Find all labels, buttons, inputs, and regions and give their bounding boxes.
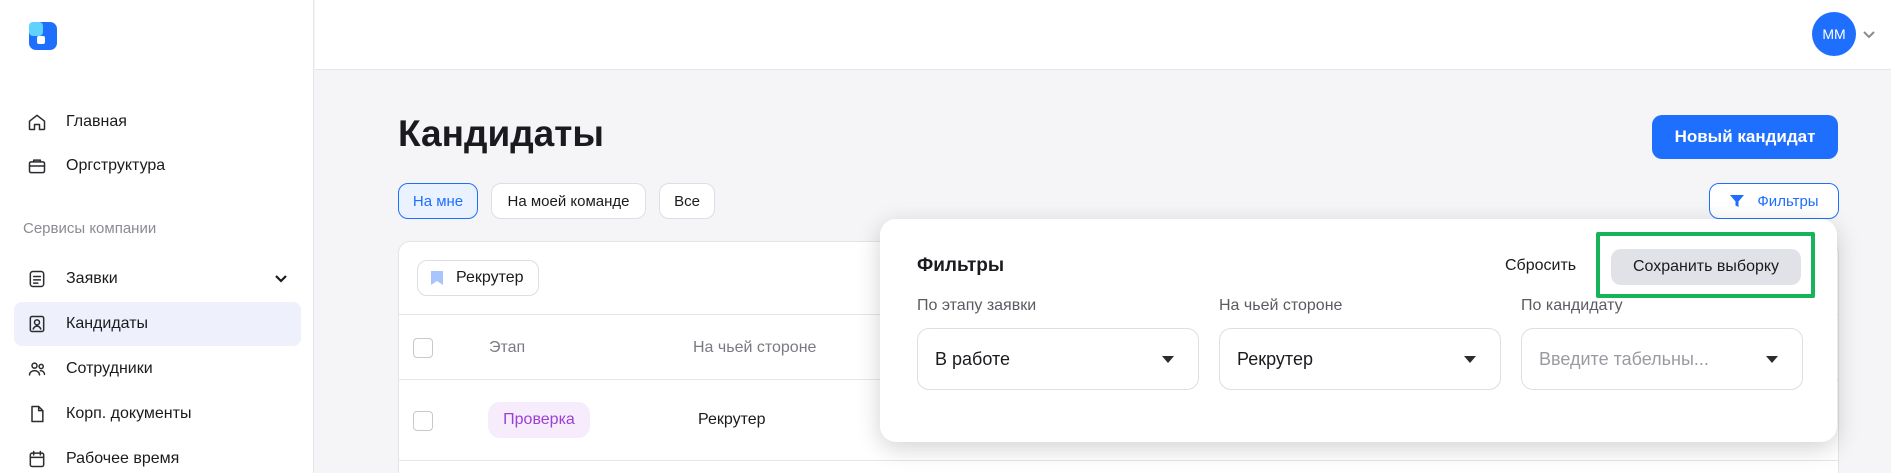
caret-down-icon	[1766, 356, 1778, 363]
candidate-card-icon	[26, 313, 48, 335]
chevron-down-icon[interactable]	[273, 270, 289, 286]
chevron-down-icon[interactable]	[1862, 27, 1876, 41]
sidebar-item-candidates[interactable]: Кандидаты	[14, 302, 301, 346]
sidebar-item-org-structure[interactable]: Оргструктура	[14, 144, 301, 188]
select-all-checkbox[interactable]	[413, 338, 433, 358]
tag-chip-label: Рекрутер	[456, 269, 524, 286]
caret-down-icon	[1464, 356, 1476, 363]
recruiter-tag-chip[interactable]: Рекрутер	[417, 260, 539, 296]
field-label-stage: По этапу заявки	[917, 297, 1037, 314]
status-badge: Проверка	[488, 402, 590, 438]
popup-title: Фильтры	[917, 255, 1005, 276]
save-selection-button[interactable]: Сохранить выборку	[1611, 249, 1801, 285]
file-icon	[26, 403, 48, 425]
document-list-icon	[26, 268, 48, 290]
app-logo[interactable]	[27, 20, 59, 52]
sidebar-item-requests[interactable]: Заявки	[14, 257, 301, 301]
briefcase-icon	[26, 155, 48, 177]
bookmark-icon	[431, 271, 443, 285]
sidebar-item-home[interactable]: Главная	[14, 100, 301, 144]
new-candidate-button[interactable]: Новый кандидат	[1652, 115, 1838, 159]
filter-icon	[1730, 195, 1745, 207]
calendar-icon	[26, 448, 48, 470]
sidebar-item-label: Главная	[66, 113, 127, 130]
divider	[399, 460, 1838, 461]
stage-select-value: В работе	[935, 348, 1011, 369]
top-bar	[315, 0, 1891, 70]
field-label-side: На чьей стороне	[1219, 297, 1343, 314]
stage-select[interactable]: В работе	[917, 328, 1199, 390]
candidate-select-placeholder: Введите табельны...	[1539, 348, 1709, 369]
sidebar-item-work-time[interactable]: Рабочее время	[14, 437, 301, 473]
sidebar-item-label: Оргструктура	[66, 157, 166, 174]
row-checkbox[interactable]	[413, 411, 433, 431]
chip-all[interactable]: Все	[659, 183, 715, 219]
chip-on-me[interactable]: На мне	[398, 183, 478, 219]
side-select[interactable]: Рекрутер	[1219, 328, 1501, 390]
side-select-value: Рекрутер	[1237, 348, 1313, 369]
table-cell-side: Рекрутер	[698, 411, 766, 428]
avatar[interactable]: ММ	[1812, 12, 1856, 56]
column-header-side[interactable]: На чьей стороне	[693, 339, 816, 357]
sidebar-section-title: Сервисы компании	[23, 220, 157, 237]
filters-button-label: Фильтры	[1757, 192, 1819, 210]
sidebar-item-corp-documents[interactable]: Корп. документы	[14, 392, 301, 436]
chip-my-team[interactable]: На моей команде	[491, 183, 646, 219]
filters-button[interactable]: Фильтры	[1709, 183, 1839, 219]
filters-popup: Фильтры Сбросить Сохранить выборку По эт…	[880, 219, 1837, 442]
sidebar-item-label: Заявки	[66, 270, 118, 287]
caret-down-icon	[1162, 356, 1174, 363]
reset-button[interactable]: Сбросить	[1505, 257, 1576, 275]
sidebar-item-label: Кандидаты	[66, 315, 149, 332]
sidebar-item-label: Сотрудники	[66, 360, 153, 377]
candidate-select[interactable]: Введите табельны...	[1521, 328, 1803, 390]
field-label-candidate: По кандидату	[1521, 297, 1623, 314]
people-icon	[26, 358, 48, 380]
sidebar-item-label: Корп. документы	[66, 405, 192, 422]
sidebar-item-label: Рабочее время	[66, 450, 180, 467]
sidebar: Главная Оргструктура Сервисы компании За…	[0, 0, 314, 473]
sidebar-item-employees[interactable]: Сотрудники	[14, 347, 301, 391]
page-title: Кандидаты	[398, 113, 604, 154]
home-icon	[26, 111, 48, 133]
column-header-stage[interactable]: Этап	[489, 339, 525, 357]
